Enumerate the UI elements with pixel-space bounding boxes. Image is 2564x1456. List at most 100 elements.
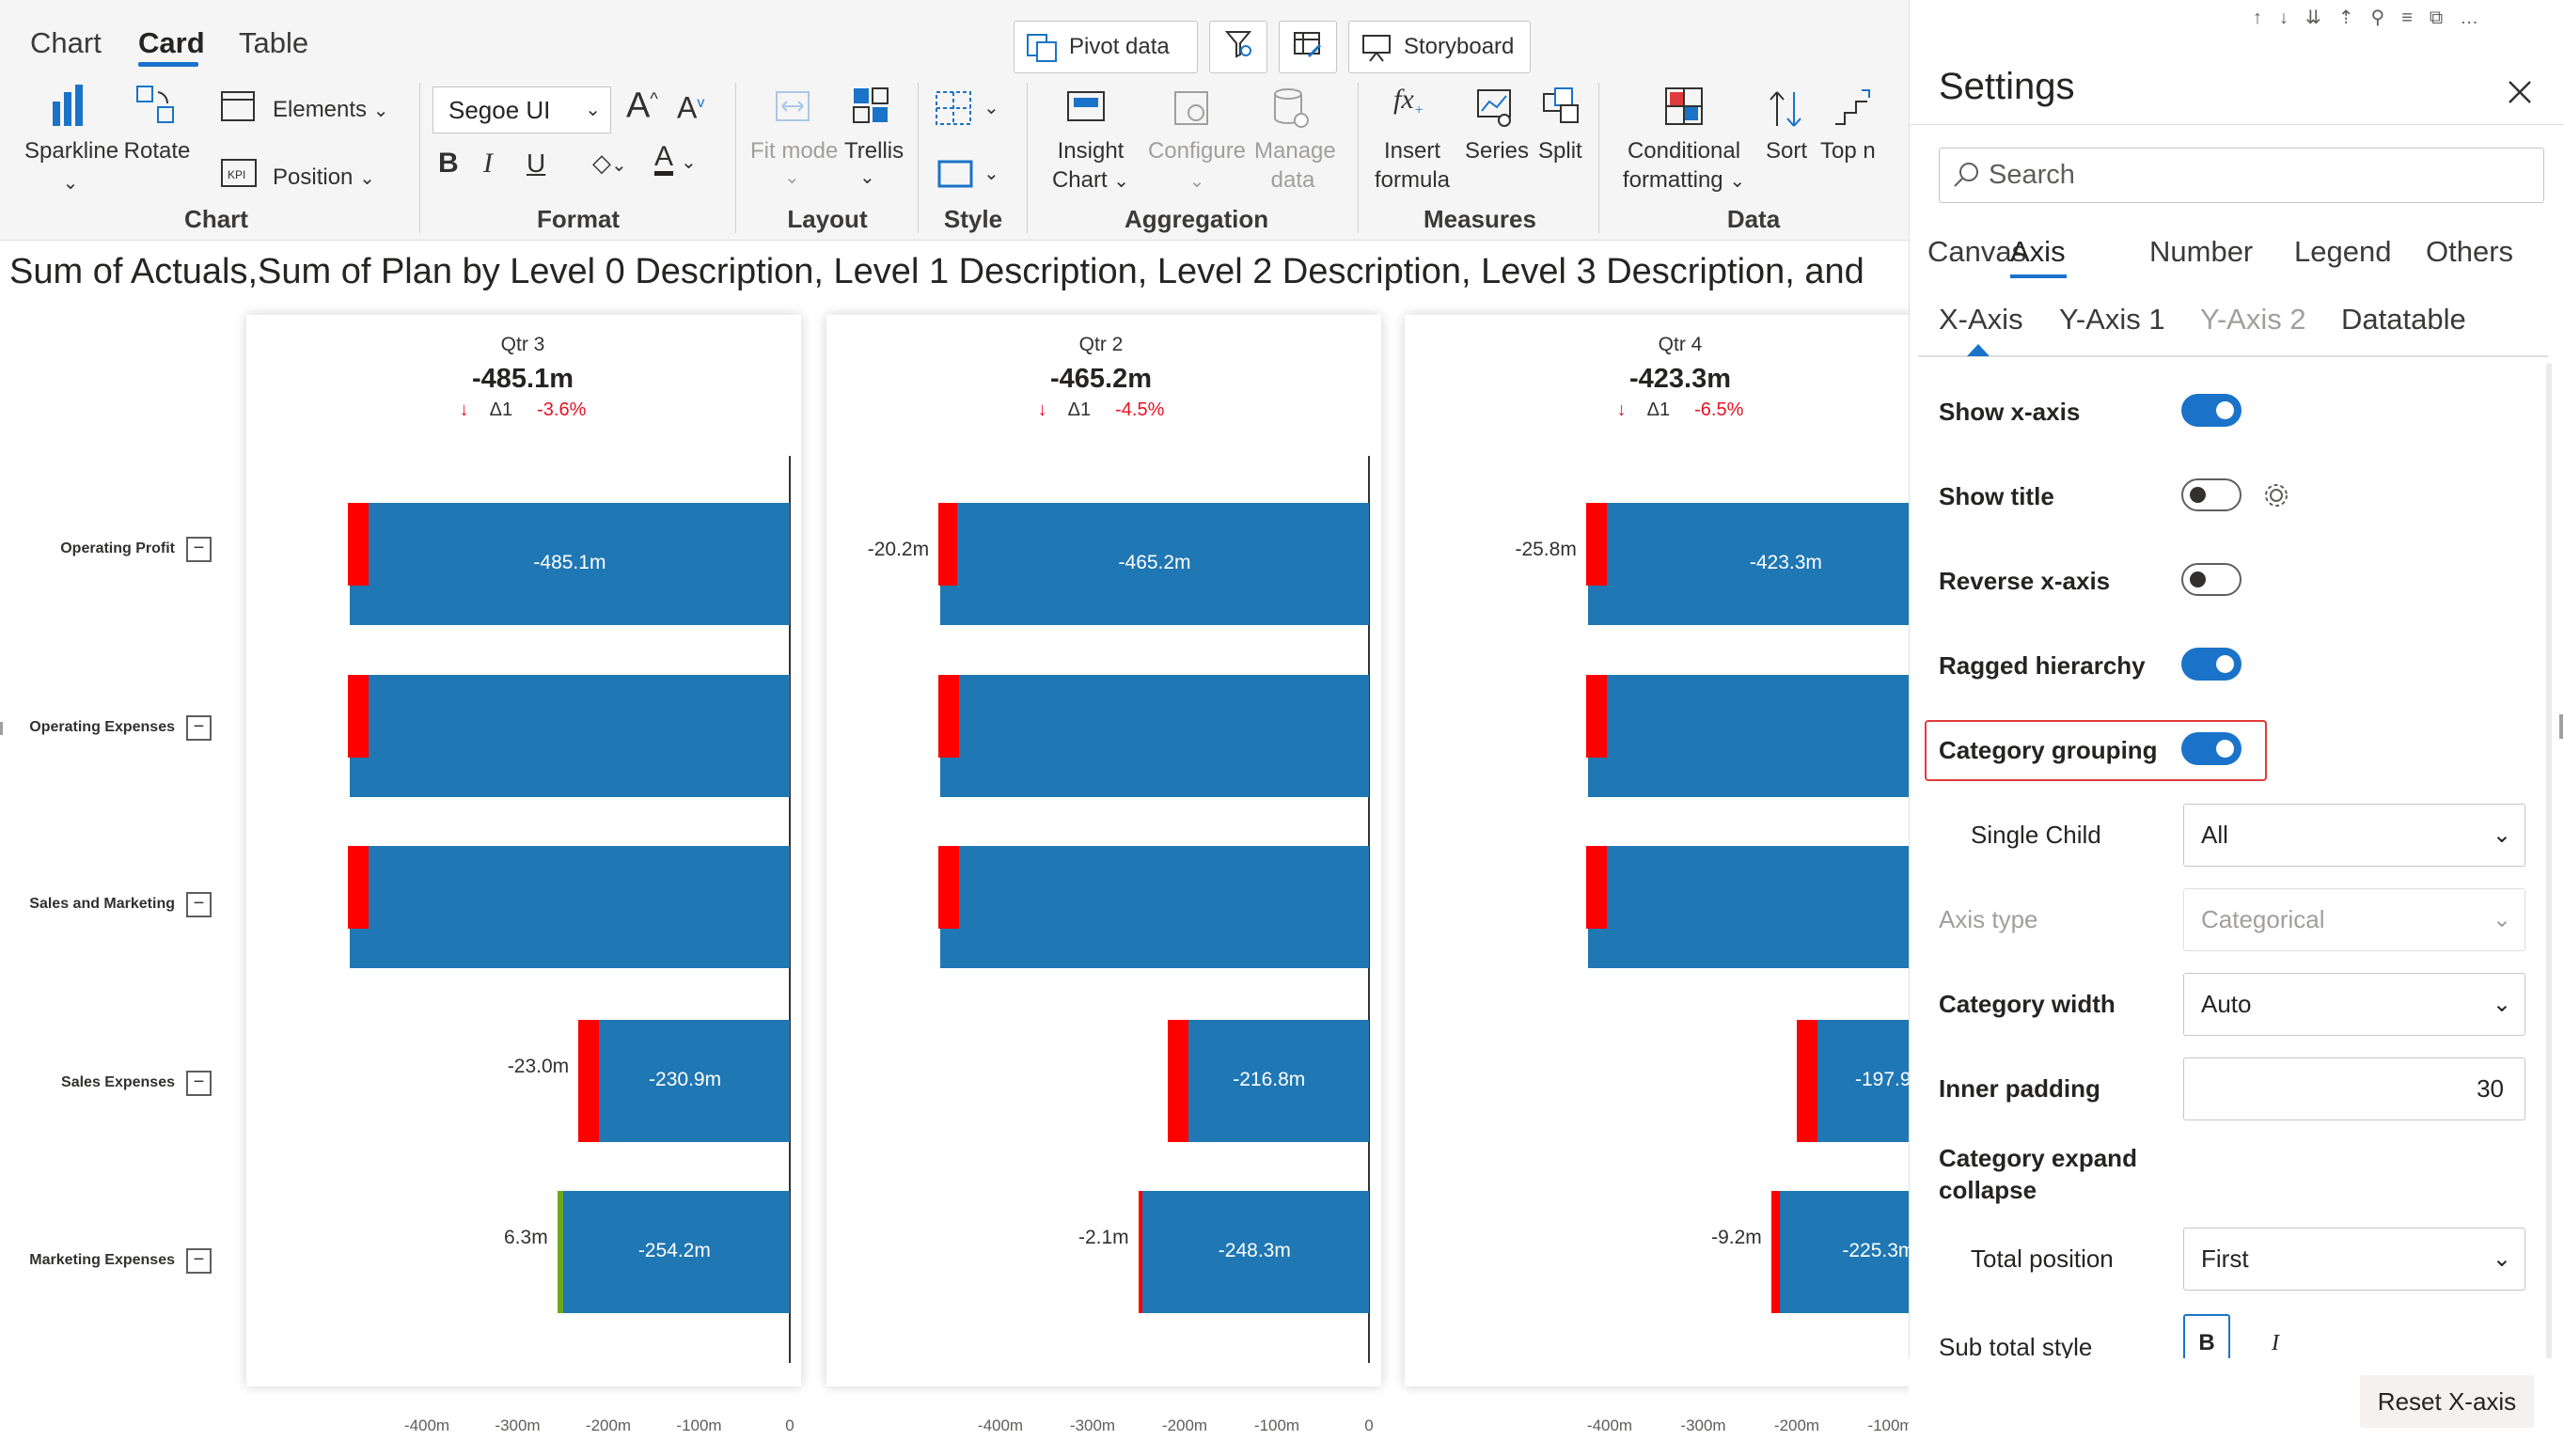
tab-chart[interactable]: Chart — [30, 26, 102, 60]
variance-bar[interactable] — [347, 675, 369, 758]
inner-padding-input[interactable]: 30 — [2183, 1057, 2525, 1120]
underline-icon[interactable]: U — [527, 149, 545, 178]
chevron-down-icon[interactable]: ⌄ — [56, 169, 85, 198]
show-title-label: Show title — [1939, 482, 2054, 510]
double-arrow-down-icon[interactable]: ⇊ — [2305, 8, 2338, 28]
position-button[interactable]: Position ⌄ — [273, 163, 375, 194]
fit-mode-button[interactable]: Fit mode — [750, 136, 838, 165]
top-n-button[interactable]: Top n — [1820, 136, 1876, 165]
drill-icon[interactable]: ⇡ — [2338, 8, 2371, 28]
axis-type-select[interactable]: Categorical ⌄ — [2183, 888, 2525, 951]
collapse-toggle[interactable]: − — [186, 1071, 212, 1096]
resize-handle[interactable] — [0, 722, 3, 735]
variance-bar[interactable] — [938, 846, 960, 929]
split-button[interactable]: Split — [1538, 136, 1582, 165]
actual-bar[interactable] — [349, 846, 790, 968]
delta-label: Δ1 — [489, 399, 513, 420]
reverse-x-axis-toggle[interactable] — [2181, 563, 2242, 596]
italic-icon[interactable]: I — [483, 149, 493, 178]
x-tick-label: -200m — [1773, 1417, 1820, 1434]
actual-bar[interactable] — [940, 675, 1369, 797]
close-icon[interactable] — [2507, 79, 2533, 110]
measures-group-label: Measures — [1424, 205, 1536, 233]
variance-bar[interactable] — [347, 846, 369, 929]
font-family-select[interactable]: Segoe UI ⌄ — [433, 86, 611, 133]
sort-button[interactable]: Sort — [1766, 136, 1807, 165]
gear-icon[interactable] — [2262, 481, 2290, 514]
settings-tab-axis[interactable]: Axis — [2010, 235, 2066, 269]
collapse-toggle[interactable]: − — [186, 537, 212, 562]
settings-tab-legend[interactable]: Legend — [2294, 235, 2391, 269]
single-child-select[interactable]: All ⌄ — [2183, 804, 2525, 867]
table-edit-button[interactable] — [1279, 21, 1337, 73]
reset-x-axis-button[interactable]: Reset X-axis — [2360, 1375, 2534, 1428]
elements-button[interactable]: Elements ⌄ — [273, 95, 388, 126]
bold-icon[interactable]: B — [438, 149, 459, 178]
font-color-icon[interactable]: A — [654, 143, 674, 176]
chevron-down-icon[interactable]: ⌄ — [681, 149, 697, 178]
settings-tab-number[interactable]: Number — [2149, 235, 2253, 269]
variance-bar[interactable] — [938, 675, 960, 758]
insert-formula-button[interactable]: Insert formula — [1369, 136, 1455, 195]
subtab-y-axis-1[interactable]: Y-Axis 1 — [2059, 303, 2165, 337]
configure-button[interactable]: Configure ⌄ — [1147, 136, 1247, 196]
collapse-toggle[interactable]: − — [186, 715, 212, 741]
chevron-down-icon[interactable]: ⌄ — [983, 94, 999, 123]
actual-bar[interactable] — [940, 846, 1369, 968]
collapse-toggle[interactable]: − — [186, 892, 212, 917]
show-title-toggle[interactable] — [2181, 478, 2242, 511]
fill-color-icon[interactable]: ◇⌄ — [592, 149, 627, 180]
pin-icon[interactable]: ⚲ — [2371, 8, 2402, 28]
font-grow-icon[interactable]: A^ — [626, 85, 658, 124]
more-options-icon[interactable]: … — [2460, 8, 2495, 28]
category-width-select[interactable]: Auto ⌄ — [2183, 973, 2525, 1036]
chevron-down-icon[interactable]: ⌄ — [983, 160, 999, 189]
collapse-toggle[interactable]: − — [186, 1248, 212, 1274]
settings-search-input[interactable]: Search — [1939, 148, 2544, 203]
conditional-formatting-button[interactable]: Conditional formatting ⌄ — [1615, 136, 1753, 196]
variance-value-label: -23.0m — [507, 1056, 570, 1077]
bar-value-label: -465.2m — [1118, 552, 1191, 573]
variance-bar[interactable] — [1585, 675, 1607, 758]
filter-settings-button[interactable] — [1209, 21, 1267, 73]
filter-icon[interactable]: ≡ — [2401, 8, 2430, 28]
subtab-y-axis-2[interactable]: Y-Axis 2 — [2200, 303, 2306, 337]
insight-chart-button[interactable]: Insight Chart ⌄ — [1044, 136, 1138, 196]
actual-bar[interactable] — [349, 675, 790, 797]
table-edit-icon — [1292, 28, 1324, 67]
pivot-data-button[interactable]: Pivot data — [1014, 21, 1198, 73]
font-shrink-icon[interactable]: Av — [677, 88, 704, 123]
category-grouping-toggle[interactable] — [2181, 732, 2242, 765]
variance-value-label: 6.3m — [504, 1227, 548, 1248]
focus-icon[interactable]: ⧉ — [2430, 8, 2460, 28]
trellis-button[interactable]: Trellis — [844, 136, 904, 165]
settings-scrollbar[interactable] — [2546, 363, 2552, 1359]
border-style-icon[interactable] — [936, 158, 976, 196]
subtab-datatable[interactable]: Datatable — [2341, 303, 2466, 337]
ragged-hierarchy-toggle[interactable] — [2181, 648, 2242, 681]
sparkline-button[interactable]: Sparkline — [24, 136, 118, 165]
bold-toggle-button[interactable]: B — [2183, 1314, 2230, 1361]
x-tick-label: -100m — [1253, 1417, 1300, 1434]
card-kpi-value: -485.1m — [471, 364, 574, 394]
series-button[interactable]: Series — [1465, 136, 1529, 165]
grid-style-icon[interactable] — [935, 90, 974, 133]
variance-bar[interactable] — [1585, 846, 1607, 929]
insight-chart-icon — [1066, 88, 1108, 131]
row-label: Operating Profit — [60, 540, 175, 556]
resize-handle[interactable] — [2559, 714, 2563, 739]
storyboard-button[interactable]: Storyboard — [1348, 21, 1531, 73]
rotate-button[interactable]: Rotate — [120, 136, 194, 165]
tab-card[interactable]: Card — [138, 26, 205, 60]
layout-group-label: Layout — [787, 205, 868, 233]
subtab-x-axis[interactable]: X-Axis — [1939, 303, 2023, 337]
manage-data-button[interactable]: Manage data — [1254, 136, 1336, 195]
arrow-up-icon[interactable]: ↑ — [2253, 8, 2279, 28]
show-x-axis-toggle[interactable] — [2181, 394, 2242, 427]
tab-table[interactable]: Table — [239, 26, 308, 60]
settings-tab-others[interactable]: Others — [2426, 235, 2513, 269]
chevron-down-icon[interactable]: ⌄ — [859, 164, 875, 193]
arrow-down-icon[interactable]: ↓ — [2279, 8, 2305, 28]
total-position-select[interactable]: First ⌄ — [2183, 1228, 2525, 1291]
italic-toggle-button[interactable]: I — [2257, 1318, 2294, 1359]
